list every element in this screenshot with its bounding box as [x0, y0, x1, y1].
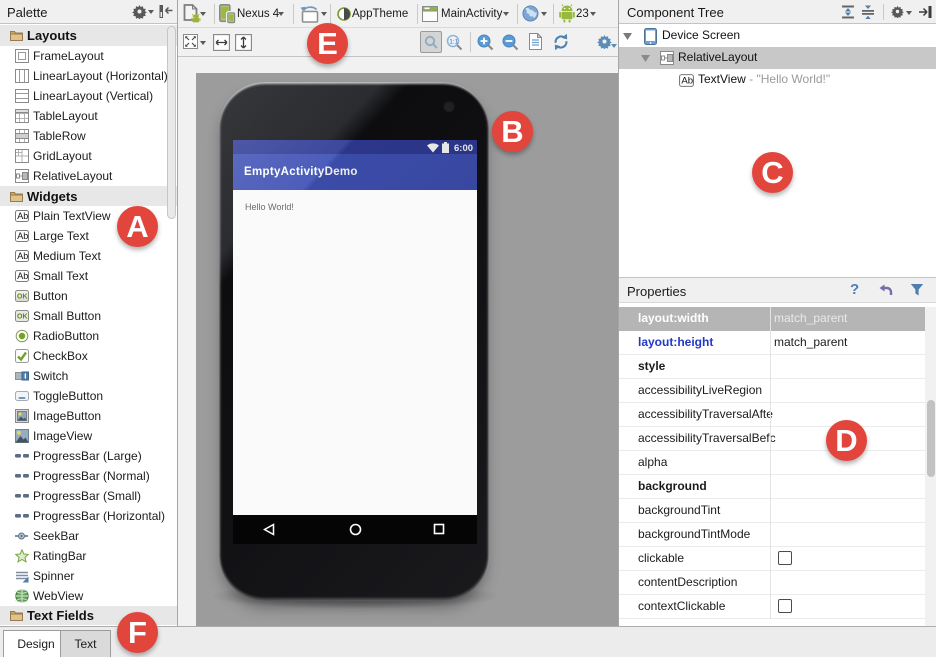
svg-text:Ab: Ab: [17, 251, 28, 261]
svg-text:Ab: Ab: [17, 231, 28, 241]
svg-text:Ab: Ab: [681, 76, 693, 87]
svg-text:1:1: 1:1: [449, 39, 458, 46]
svg-text:Ab: Ab: [17, 271, 28, 281]
svg-text:OK: OK: [17, 314, 28, 321]
svg-text:OK: OK: [17, 294, 28, 301]
svg-text:Ab: Ab: [17, 211, 28, 221]
